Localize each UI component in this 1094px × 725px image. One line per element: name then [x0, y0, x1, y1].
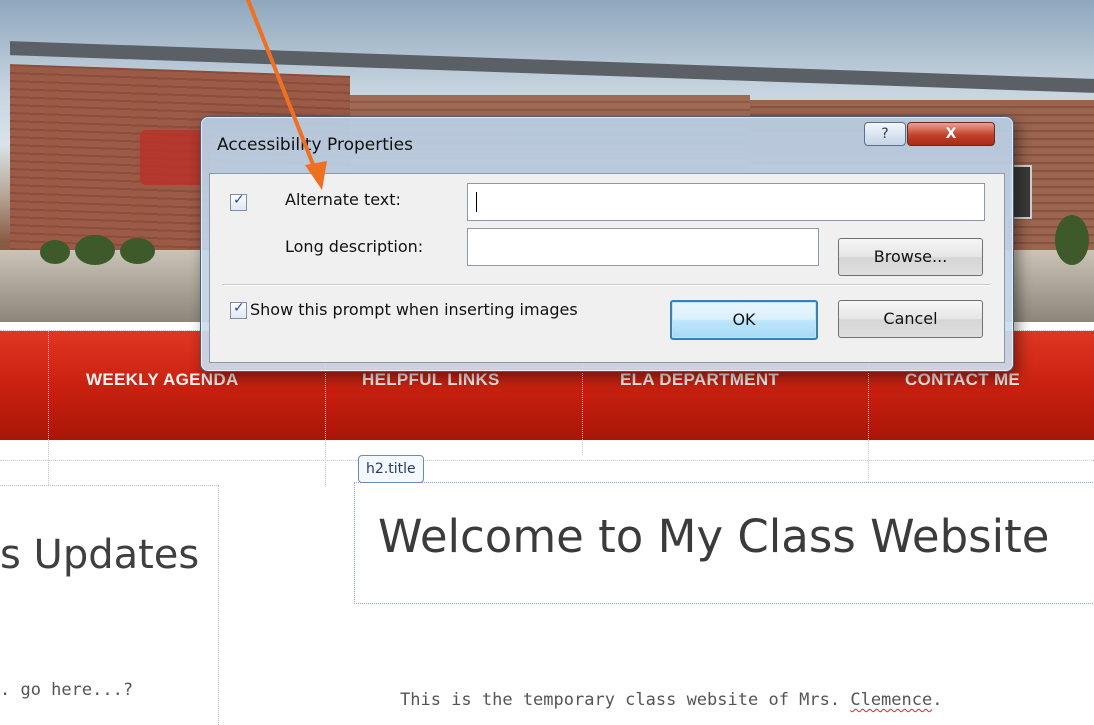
layout-guide [325, 440, 326, 485]
check-icon: ✓ [233, 192, 245, 208]
browse-button[interactable]: Browse... [838, 238, 983, 276]
intro-text-suffix: . [932, 690, 943, 710]
nav-item-helpful-links[interactable]: HELPFUL LINKS [362, 370, 500, 390]
long-description-label: Long description: [285, 237, 424, 256]
shrub [40, 240, 70, 264]
shrub [75, 235, 115, 265]
dialog-body: ✓ Alternate text: Long description: Brow… [209, 173, 1005, 363]
layout-guide [0, 460, 1094, 461]
element-tag-label[interactable]: h2.title [358, 455, 424, 483]
nav-item-ela-department[interactable]: ELA DEPARTMENT [620, 370, 779, 390]
shrub [120, 238, 155, 264]
layout-guide [48, 440, 49, 485]
nav-item-weekly-agenda[interactable]: WEEKLY AGENDA [86, 370, 239, 390]
text-caret [476, 192, 477, 212]
sidebar-text: . go here...? [0, 680, 134, 700]
dialog-divider [222, 284, 990, 286]
check-icon: ✓ [233, 300, 245, 316]
shrub [1055, 215, 1089, 265]
layout-guide [868, 440, 869, 482]
alternate-text-input[interactable] [467, 183, 985, 221]
sidebar-heading: s Updates [0, 532, 200, 578]
dialog-title: Accessibility Properties [217, 135, 413, 155]
show-prompt-checkbox[interactable]: ✓ [230, 300, 247, 319]
nav-item-contact-me[interactable]: CONTACT ME [905, 370, 1020, 390]
alternate-text-checkbox[interactable]: ✓ [230, 192, 247, 211]
help-button[interactable]: ? [864, 122, 906, 146]
alternate-text-label: Alternate text: [285, 190, 401, 209]
long-description-input[interactable] [467, 228, 819, 266]
ok-button[interactable]: OK [670, 300, 818, 340]
intro-text-prefix: This is the temporary class website of M… [400, 690, 851, 710]
close-button[interactable]: X [907, 122, 995, 146]
intro-text[interactable]: This is the temporary class website of M… [400, 690, 942, 710]
nav-separator [48, 330, 49, 440]
show-prompt-label[interactable]: Show this prompt when inserting images [250, 300, 578, 319]
cancel-button[interactable]: Cancel [838, 300, 983, 338]
accessibility-properties-dialog: Accessibility Properties ? X ✓ Alternate… [200, 116, 1014, 372]
intro-text-name: Clemence [850, 690, 933, 710]
page-title[interactable]: Welcome to My Class Website [378, 510, 1049, 563]
layout-guide [582, 440, 583, 455]
